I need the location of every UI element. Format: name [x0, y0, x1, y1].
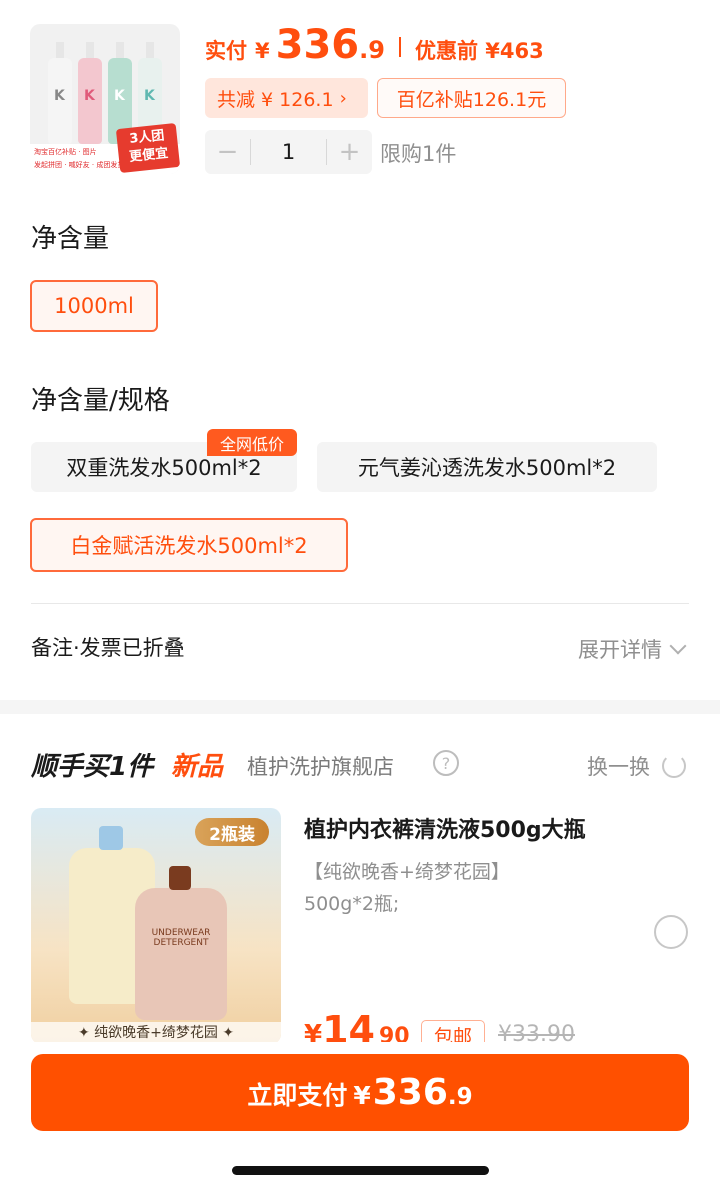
price-decimal: .9 — [359, 36, 385, 64]
swap-button[interactable]: 换一换 — [587, 751, 686, 781]
group-buy-badge: 3人团 更便宜 — [115, 122, 180, 174]
pay-now-button[interactable]: 立即支付 ¥ 336 .9 — [31, 1054, 689, 1131]
net-content-title: 净含量 — [31, 224, 110, 254]
option-ginger-shampoo[interactable]: 元气姜沁透洗发水500ml*2 — [317, 442, 657, 492]
lowest-price-tag: 全网低价 — [207, 429, 297, 456]
help-icon[interactable]: ? — [433, 750, 459, 776]
store-name[interactable]: 植护洗护旗舰店 — [247, 751, 394, 781]
spec-title: 净含量/规格 — [31, 386, 170, 416]
home-indicator[interactable] — [232, 1166, 489, 1175]
addon-spec-scent: 【纯欲晚香+绮梦花园】 — [304, 861, 510, 883]
price-currency: ¥ — [255, 39, 270, 63]
price-separator — [398, 37, 401, 57]
product-thumbnail[interactable]: K K K K 淘宝百亿补贴 · 图片 发起拼团 · 喊好友 · 成团发货 3人… — [30, 24, 180, 174]
section-gap — [0, 700, 720, 714]
option-1000ml[interactable]: 1000ml — [30, 280, 158, 332]
option-platinum-shampoo[interactable]: 白金赋活洗发水500ml*2 — [30, 518, 348, 572]
price-integer: 336 — [275, 22, 360, 68]
refresh-icon — [662, 754, 686, 778]
product-bottle-image: K — [78, 42, 102, 144]
detergent-bottle-image: UNDERWEAR DETERGENT — [135, 866, 227, 1020]
addon-product-name[interactable]: 植护内衣裤清洗液500g大瓶 — [304, 812, 586, 844]
price-label: 实付 — [205, 39, 247, 63]
two-bottle-tag: 2瓶装 — [195, 818, 269, 846]
chevron-down-icon — [669, 637, 687, 655]
expand-details-button[interactable]: 展开详情 — [578, 634, 687, 664]
image-caption: ✦ 纯欲晚香+绮梦花园 ✦ — [31, 1022, 281, 1044]
remark-invoice-label: 备注·发票已折叠 — [31, 636, 185, 660]
section-divider — [31, 603, 689, 604]
discount-chip[interactable]: 共减 ¥ 126.1 › — [205, 78, 368, 118]
price-row: 实付 ¥ 336 .9 优惠前 ¥463 — [205, 22, 544, 72]
product-bottle-image: K — [48, 42, 72, 144]
new-product-label: 新品 — [171, 752, 224, 782]
expand-details-label: 展开详情 — [578, 638, 662, 662]
chevron-right-icon: › — [339, 87, 347, 109]
increase-button[interactable]: + — [327, 137, 372, 167]
swap-label: 换一换 — [587, 755, 650, 779]
purchase-limit: 限购1件 — [380, 142, 457, 166]
addon-title: 顺手买1件 — [31, 752, 154, 782]
quantity-value[interactable]: 1 — [251, 140, 326, 164]
discount-text: 共减 ¥ 126.1 — [217, 88, 334, 111]
addon-spec-size: 500g*2瓶; — [304, 893, 400, 915]
addon-product-image[interactable]: UNDERWEAR DETERGENT 2瓶装 ✦ 纯欲晚香+绮梦花园 ✦ — [31, 808, 281, 1044]
quantity-stepper: − 1 + — [205, 130, 372, 174]
subsidy-text: 百亿补贴126.1元 — [396, 88, 547, 111]
addon-select-radio[interactable] — [654, 915, 688, 949]
original-price: 优惠前 ¥463 — [414, 39, 544, 63]
subsidy-chip: 百亿补贴126.1元 — [377, 78, 566, 118]
decrease-button[interactable]: − — [205, 137, 250, 167]
